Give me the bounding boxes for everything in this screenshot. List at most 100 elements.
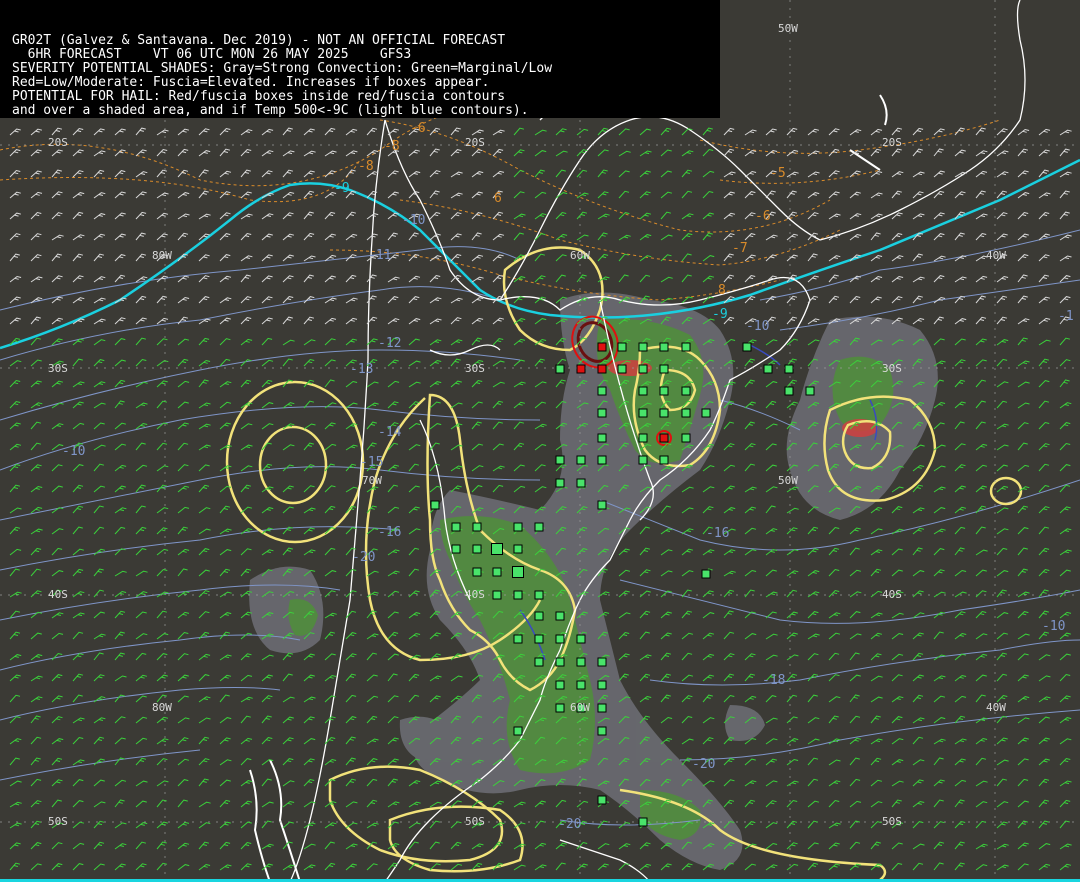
severity-box bbox=[472, 522, 482, 532]
severity-box bbox=[451, 522, 461, 532]
severity-box bbox=[701, 569, 711, 579]
severity-box bbox=[472, 567, 482, 577]
header-hail-line-2: and over a shaded area, and if Temp 500<… bbox=[12, 103, 529, 118]
label-40w-lower: 40W bbox=[986, 701, 1006, 714]
header-legend-line-2: Red=Low/Moderate: Fuscia=Elevated. Incre… bbox=[12, 75, 490, 90]
severity-box bbox=[597, 433, 607, 443]
severity-box bbox=[805, 386, 815, 396]
severity-box bbox=[597, 408, 607, 418]
severity-box bbox=[555, 657, 565, 667]
severity-box bbox=[659, 408, 669, 418]
severity-box bbox=[512, 566, 524, 578]
severity-box bbox=[576, 634, 586, 644]
severity-box bbox=[659, 364, 669, 374]
severity-box bbox=[638, 364, 648, 374]
severity-box bbox=[555, 478, 565, 488]
severity-box bbox=[638, 433, 648, 443]
temp-label: -11 bbox=[368, 248, 391, 263]
severity-box bbox=[555, 703, 565, 713]
severity-box bbox=[597, 455, 607, 465]
severity-box bbox=[597, 657, 607, 667]
severity-box bbox=[576, 478, 586, 488]
label-50s-mid: 50S bbox=[465, 815, 485, 828]
severity-box bbox=[763, 364, 773, 374]
severity-box bbox=[492, 567, 502, 577]
orange-label: -6 bbox=[410, 121, 426, 136]
temp-label: -20 bbox=[352, 550, 375, 565]
label-20s-mid: 20S bbox=[465, 136, 485, 149]
temp-label: -14 bbox=[378, 425, 402, 440]
severity-box bbox=[576, 364, 586, 374]
severity-box-red bbox=[659, 433, 669, 443]
severity-box bbox=[513, 544, 523, 554]
forecast-map: 50W 20S 20S 20S 80W 60W 40W 30S 30S 30S … bbox=[0, 0, 1080, 882]
severity-box bbox=[513, 590, 523, 600]
severity-box bbox=[659, 455, 669, 465]
severity-box bbox=[617, 364, 627, 374]
orange-label: -6 bbox=[755, 209, 771, 224]
severity-box bbox=[742, 342, 752, 352]
label-50w-top: 50W bbox=[778, 22, 798, 35]
severity-box bbox=[513, 726, 523, 736]
severity-box bbox=[701, 408, 711, 418]
cyan-temp-label: -9 bbox=[712, 307, 728, 322]
severity-box bbox=[597, 703, 607, 713]
temp-label: -1 bbox=[1058, 309, 1074, 324]
temp-label: -10 bbox=[402, 213, 425, 228]
label-80w-lower: 80W bbox=[152, 701, 172, 714]
orange-label: 6 bbox=[494, 191, 502, 206]
label-30s-left: 30S bbox=[48, 362, 68, 375]
label-50s-left: 50S bbox=[48, 815, 68, 828]
temp-label: -10 bbox=[62, 444, 85, 459]
cyan-temp-label: -9 bbox=[334, 181, 350, 196]
severity-box bbox=[597, 342, 607, 352]
severity-box bbox=[534, 634, 544, 644]
severity-box bbox=[597, 726, 607, 736]
label-80w-upper: 80W bbox=[152, 249, 172, 262]
severity-box bbox=[784, 386, 794, 396]
header-legend-line-1: SEVERITY POTENTIAL SHADES: Gray=Strong C… bbox=[12, 61, 553, 76]
severity-box bbox=[597, 364, 607, 374]
severity-box bbox=[555, 634, 565, 644]
label-70w: 70W bbox=[362, 474, 382, 487]
label-30s-right: 30S bbox=[882, 362, 902, 375]
severity-box bbox=[534, 657, 544, 667]
label-30s-mid: 30S bbox=[465, 362, 485, 375]
severity-box bbox=[638, 386, 648, 396]
severity-box bbox=[534, 522, 544, 532]
severity-box bbox=[681, 386, 691, 396]
severity-box bbox=[638, 342, 648, 352]
header-hail-line-1: POTENTIAL FOR HAIL: Red/fuscia boxes ins… bbox=[12, 89, 506, 104]
severity-box bbox=[597, 386, 607, 396]
severity-box bbox=[555, 611, 565, 621]
severity-box bbox=[513, 522, 523, 532]
severity-box bbox=[681, 342, 691, 352]
label-40s-left: 40S bbox=[48, 588, 68, 601]
orange-label: -8 bbox=[358, 159, 374, 174]
severity-box bbox=[576, 657, 586, 667]
label-50w-mid: 50W bbox=[778, 474, 798, 487]
severity-box bbox=[555, 364, 565, 374]
temp-label: -20 bbox=[558, 817, 581, 832]
severity-box bbox=[492, 590, 502, 600]
label-60w-lower: 60W bbox=[570, 701, 590, 714]
orange-label: -5 bbox=[770, 166, 786, 181]
severity-box bbox=[472, 544, 482, 554]
severity-box bbox=[534, 611, 544, 621]
temp-label: -10 bbox=[746, 319, 769, 334]
severity-box bbox=[576, 680, 586, 690]
severity-box bbox=[681, 433, 691, 443]
temp-label: -12 bbox=[378, 336, 401, 351]
orange-label: -8 bbox=[384, 139, 400, 154]
temp-label: -16 bbox=[378, 525, 401, 540]
severity-box bbox=[638, 408, 648, 418]
severity-box bbox=[491, 543, 503, 555]
severity-box bbox=[638, 817, 648, 827]
header-title-line: GR02T (Galvez & Santavana. Dec 2019) - N… bbox=[12, 33, 506, 48]
severity-box bbox=[555, 455, 565, 465]
temp-label: -18 bbox=[762, 673, 785, 688]
severity-box bbox=[597, 795, 607, 805]
severity-box bbox=[430, 500, 440, 510]
severity-box bbox=[576, 455, 586, 465]
label-20s-left: 20S bbox=[48, 136, 68, 149]
